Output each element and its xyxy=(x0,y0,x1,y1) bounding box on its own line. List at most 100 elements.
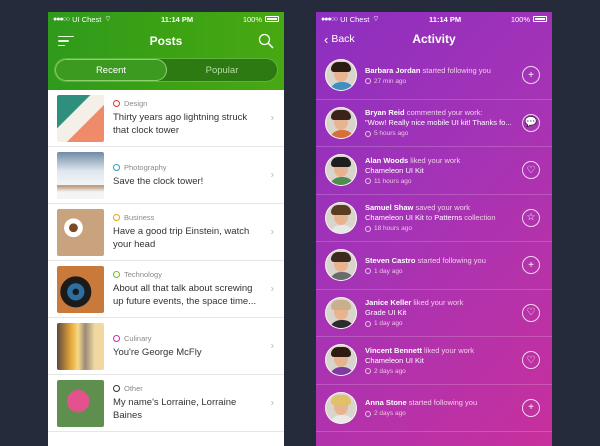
post-row[interactable]: Culinary You're George McFly › xyxy=(48,318,284,375)
coffee-desk-thumbnail xyxy=(57,208,104,256)
heart-icon[interactable]: ♡ xyxy=(522,351,540,370)
avatar[interactable] xyxy=(325,296,357,329)
post-category: Other xyxy=(113,384,263,393)
wifi-icon: ⌔ xyxy=(104,14,112,23)
activity-row[interactable]: Anna Stone started following you 2 days … xyxy=(316,385,552,432)
timestamp-text: 2 days ago xyxy=(374,410,406,418)
signal-icon: ●●●○○ xyxy=(321,15,338,23)
carrier-label: UI Chest xyxy=(72,14,102,24)
status-time: 11:14 PM xyxy=(429,14,462,24)
user-name[interactable]: Steven Castro xyxy=(365,256,415,265)
category-ring-icon xyxy=(113,271,120,278)
follow-plus-icon[interactable]: + xyxy=(522,256,540,275)
activity-row[interactable]: Vincent Bennett liked your work Chameleo… xyxy=(316,337,552,385)
timestamp: 1 day ago xyxy=(365,268,523,275)
battery-icon xyxy=(265,16,279,22)
activity-detail: "Wow! Really nice mobile UI kit! Thanks … xyxy=(365,118,512,128)
category-label: Culinary xyxy=(124,333,152,343)
avatar[interactable] xyxy=(325,59,357,92)
activity-text: Anna Stone started following you xyxy=(365,398,523,408)
chevron-right-icon: › xyxy=(270,340,274,352)
follow-plus-icon[interactable]: + xyxy=(522,66,540,85)
category-label: Other xyxy=(124,384,143,393)
category-ring-icon xyxy=(113,163,120,171)
activity-row[interactable]: Alan Woods liked your work Chameleon UI … xyxy=(316,147,552,195)
heart-icon[interactable]: ♡ xyxy=(522,303,540,322)
clock-icon xyxy=(365,368,371,375)
clock-icon xyxy=(365,225,371,232)
page-title: Posts xyxy=(149,34,183,48)
user-name[interactable]: Samuel Shaw xyxy=(365,203,413,212)
back-label: Back xyxy=(331,33,355,45)
avatar[interactable] xyxy=(325,154,357,187)
heart-icon[interactable]: ♡ xyxy=(522,161,540,180)
post-row[interactable]: Design Thirty years ago lightning struck… xyxy=(48,90,284,147)
comment-icon[interactable]: 💬 xyxy=(522,113,540,132)
timestamp: 2 days ago xyxy=(365,368,523,375)
user-name[interactable]: Barbara Jordan xyxy=(365,66,420,75)
search-icon[interactable] xyxy=(258,33,274,49)
category-label: Business xyxy=(124,213,155,222)
activity-list: Barbara Jordan started following you 27 … xyxy=(316,52,552,432)
tab-popular[interactable]: Popular xyxy=(167,59,277,81)
beer-glass-thumbnail xyxy=(57,322,104,370)
activity-row[interactable]: Steven Castro started following you 1 da… xyxy=(316,242,552,290)
status-time: 11:14 PM xyxy=(161,14,194,24)
activity-text: Janice Keller liked your work xyxy=(365,298,523,308)
activity-verb: saved your work xyxy=(413,203,471,213)
timestamp: 1 day ago xyxy=(365,320,523,327)
activity-row[interactable]: Bryan Reid commented your work: "Wow! Re… xyxy=(316,100,552,147)
post-list: Design Thirty years ago lightning struck… xyxy=(48,90,284,432)
deer-snow-thumbnail xyxy=(57,151,104,199)
post-category: Business xyxy=(113,213,263,222)
activity-row[interactable]: Samuel Shaw saved your work Chameleon UI… xyxy=(316,195,552,242)
post-title: Save the clock tower! xyxy=(113,175,204,187)
category-ring-icon xyxy=(113,385,120,392)
activity-text: Steven Castro started following you xyxy=(365,256,523,266)
follow-plus-icon[interactable]: + xyxy=(522,398,540,417)
timestamp: 11 hours ago xyxy=(365,178,523,185)
user-name[interactable]: Bryan Reid xyxy=(365,108,405,117)
timestamp-text: 1 day ago xyxy=(374,267,403,275)
avatar[interactable] xyxy=(325,106,357,139)
post-category: Technology xyxy=(113,270,263,279)
back-button[interactable]: ‹ Back xyxy=(324,32,355,47)
clock-icon xyxy=(365,410,371,417)
timestamp-text: 18 hours ago xyxy=(374,225,412,233)
signal-icon: ●●●○○ xyxy=(53,15,70,23)
menu-icon[interactable] xyxy=(58,35,74,47)
activity-detail-line: Chameleon UI Kit xyxy=(365,166,523,176)
post-row[interactable]: Technology About all that talk about scr… xyxy=(48,261,284,318)
post-row[interactable]: Business Have a good trip Einstein, watc… xyxy=(48,204,284,261)
status-bar: ●●●○○ UI Chest ⌔ 11:14 PM 100% xyxy=(316,12,552,26)
star-icon[interactable]: ☆ xyxy=(522,208,540,227)
avatar[interactable] xyxy=(325,201,357,234)
avatar[interactable] xyxy=(325,391,357,424)
timestamp-text: 5 hours ago xyxy=(374,130,409,138)
user-name[interactable]: Janice Keller xyxy=(365,298,411,307)
post-title: You're George McFly xyxy=(113,346,202,358)
activity-screen: ●●●○○ UI Chest ⌔ 11:14 PM 100% ‹ Back Activ… xyxy=(316,12,552,446)
battery-percent: 100% xyxy=(510,14,530,24)
clock-icon xyxy=(365,130,371,137)
user-name[interactable]: Vincent Bennett xyxy=(365,346,422,355)
avatar[interactable] xyxy=(325,344,357,377)
chevron-right-icon: › xyxy=(270,226,274,238)
battery-percent: 100% xyxy=(242,14,262,24)
activity-detail-tail: collection xyxy=(462,213,496,223)
activity-text: Alan Woods liked your work xyxy=(365,156,523,166)
activity-verb: commented your work: xyxy=(404,108,483,118)
avatar[interactable] xyxy=(325,249,357,282)
tab-recent[interactable]: Recent xyxy=(55,59,167,81)
post-title: Thirty years ago lightning struck that c… xyxy=(113,112,248,136)
post-row[interactable]: Photography Save the clock tower! › xyxy=(48,147,284,204)
user-name[interactable]: Alan Woods xyxy=(365,156,408,165)
activity-detail-line: Chameleon UI Kit to Patterns collection xyxy=(365,213,523,223)
post-row[interactable]: Other My name's Lorraine, Lorraine Baine… xyxy=(48,375,284,432)
activity-row[interactable]: Janice Keller liked your work Grade UI K… xyxy=(316,290,552,337)
posts-screen: ●●●○○ UI Chest ⌔ 11:14 PM 100% Posts Recen… xyxy=(48,12,284,446)
category-label: Photography xyxy=(124,162,167,172)
user-name[interactable]: Anna Stone xyxy=(365,398,407,407)
activity-row[interactable]: Barbara Jordan started following you 27 … xyxy=(316,52,552,100)
activity-verb: liked your work xyxy=(421,345,475,355)
